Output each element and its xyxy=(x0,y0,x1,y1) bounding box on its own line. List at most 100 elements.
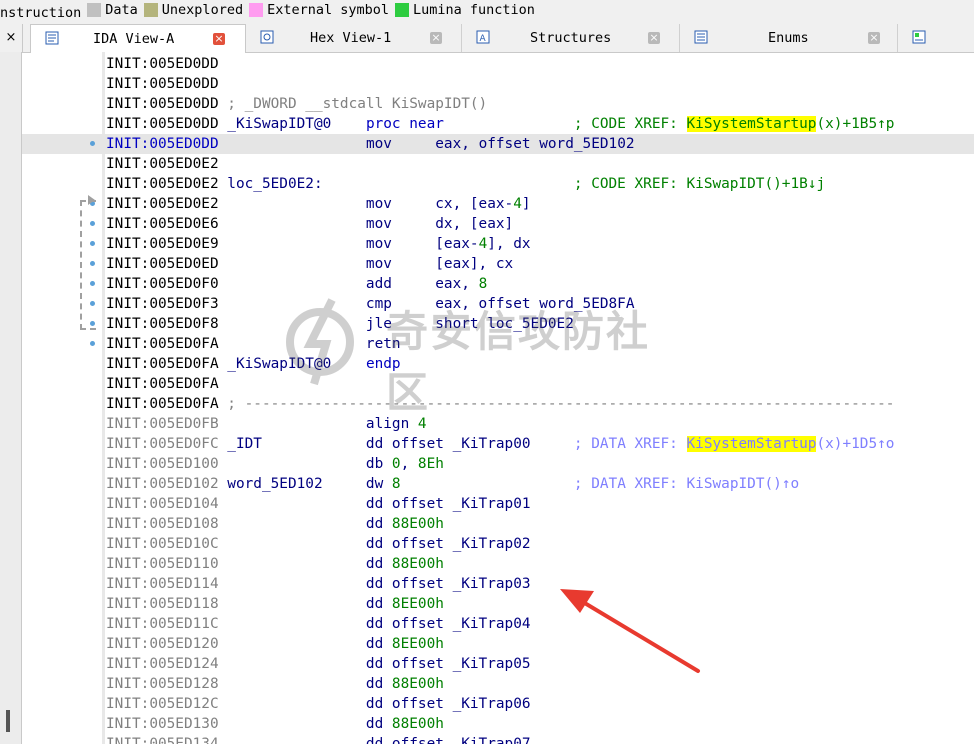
listing-line[interactable]: INIT:005ED130 dd 88E00h xyxy=(22,714,974,734)
line-token: 4 xyxy=(478,236,488,252)
tab-label: Structures xyxy=(530,30,612,46)
listing-line[interactable]: INIT:005ED100 db 0, 8Eh xyxy=(22,454,974,474)
line-address: INIT:005ED0FA xyxy=(106,396,219,412)
listing-line[interactable]: INIT:005ED0FA retn xyxy=(22,334,974,354)
line-token: cmp eax, offset word_5ED8FA xyxy=(218,296,635,312)
line-token: dd xyxy=(218,556,392,572)
listing-line[interactable]: INIT:005ED0E6 mov dx, [eax] xyxy=(22,214,974,234)
line-token: _IDT dd offset _KiTrap00 xyxy=(218,436,574,452)
line-text: INIT:005ED0E2 loc_5ED0E2: ; CODE XREF: K… xyxy=(106,174,825,194)
legend-item: Data xyxy=(87,0,138,20)
line-text: INIT:005ED0E6 mov dx, [eax] xyxy=(106,214,513,234)
line-address: INIT:005ED102 xyxy=(106,476,219,492)
line-text: INIT:005ED0DD _KiSwapIDT@0 proc near ; C… xyxy=(106,114,894,134)
listing-line[interactable]: INIT:005ED0FA _KiSwapIDT@0 endp xyxy=(22,354,974,374)
line-address: INIT:005ED0FA xyxy=(106,376,219,392)
listing-line[interactable]: INIT:005ED110 dd 88E00h xyxy=(22,554,974,574)
line-token: 88E00h xyxy=(391,556,444,572)
listing-line[interactable]: INIT:005ED104 dd offset _KiTrap01 xyxy=(22,494,974,514)
listing-line[interactable]: INIT:005ED134 dd offset _KiTrap07 xyxy=(22,734,974,744)
line-text: INIT:005ED108 dd 88E00h xyxy=(106,514,444,534)
listing-line[interactable]: INIT:005ED0DD _KiSwapIDT@0 proc near ; C… xyxy=(22,114,974,134)
listing-line[interactable]: INIT:005ED0FC _IDT dd offset _KiTrap00 ;… xyxy=(22,434,974,454)
legend-swatch xyxy=(87,3,102,17)
line-token: db xyxy=(218,456,392,472)
tab-ida-view-a[interactable]: IDA View-A × xyxy=(30,24,246,53)
listing-line[interactable]: INIT:005ED0E2 mov cx, [eax-4] xyxy=(22,194,974,214)
line-address: INIT:005ED0F8 xyxy=(106,316,219,332)
line-token: dd offset _KiTrap04 xyxy=(218,616,531,632)
line-token: mov [eax], cx xyxy=(218,256,514,272)
line-token: dd offset _KiTrap03 xyxy=(218,576,531,592)
tab-overflow[interactable] xyxy=(898,24,974,52)
tab-close-icon[interactable]: × xyxy=(648,32,660,44)
tab-structures[interactable]: A Structures × xyxy=(462,24,680,52)
line-token: 88E00h xyxy=(391,716,444,732)
listing-line[interactable]: INIT:005ED114 dd offset _KiTrap03 xyxy=(22,574,974,594)
hex-view-icon xyxy=(260,30,274,44)
listing-line[interactable]: INIT:005ED0F3 cmp eax, offset word_5ED8F… xyxy=(22,294,974,314)
line-text: INIT:005ED102 word_5ED102 dw 8 ; DATA XR… xyxy=(106,474,799,494)
tab-enums[interactable]: Enums × xyxy=(680,24,898,52)
listing-line[interactable]: INIT:005ED0E9 mov [eax-4], dx xyxy=(22,234,974,254)
listing-line[interactable]: INIT:005ED0F8 jle short loc_5ED0E2 xyxy=(22,314,974,334)
listing-line[interactable]: INIT:005ED0ED mov [eax], cx xyxy=(22,254,974,274)
listing-line[interactable]: INIT:005ED128 dd 88E00h xyxy=(22,674,974,694)
line-token: dd xyxy=(218,636,392,652)
line-address: INIT:005ED120 xyxy=(106,636,219,652)
listing-line[interactable]: INIT:005ED0E2 loc_5ED0E2: ; CODE XREF: K… xyxy=(22,174,974,194)
listing-line[interactable]: INIT:005ED0DD mov eax, offset word_5ED10… xyxy=(22,134,974,154)
line-text: INIT:005ED114 dd offset _KiTrap03 xyxy=(106,574,531,594)
line-token: 8 xyxy=(478,276,488,292)
listing-line[interactable]: INIT:005ED0DD xyxy=(22,74,974,94)
line-text: INIT:005ED11C dd offset _KiTrap04 xyxy=(106,614,531,634)
line-token: 8 xyxy=(391,476,401,492)
listing-line[interactable]: INIT:005ED0FA xyxy=(22,374,974,394)
line-text: INIT:005ED0DD xyxy=(106,74,219,94)
structures-icon: A xyxy=(476,30,490,44)
listing-line[interactable]: INIT:005ED102 word_5ED102 dw 8 ; DATA XR… xyxy=(22,474,974,494)
tab-close-icon[interactable]: × xyxy=(430,32,442,44)
line-token: 8EE00h xyxy=(391,636,444,652)
listing-line[interactable]: INIT:005ED0E2 xyxy=(22,154,974,174)
legend-label: Unexplored xyxy=(161,2,244,18)
legend-swatch xyxy=(143,3,158,17)
legend-item: Lumina function xyxy=(395,0,535,20)
listing-line[interactable]: INIT:005ED11C dd offset _KiTrap04 xyxy=(22,614,974,634)
ida-view-icon xyxy=(45,31,59,45)
listing-line[interactable]: INIT:005ED120 dd 8EE00h xyxy=(22,634,974,654)
listing-line[interactable]: INIT:005ED0FB align 4 xyxy=(22,414,974,434)
tab-close-icon[interactable]: × xyxy=(868,32,880,44)
listing-line[interactable]: INIT:005ED12C dd offset _KiTrap06 xyxy=(22,694,974,714)
legend-label: nstruction xyxy=(0,5,82,20)
listing-line[interactable]: INIT:005ED0FA ; ------------------------… xyxy=(22,394,974,414)
left-panel-close-button[interactable]: × xyxy=(0,24,23,52)
listing-line[interactable]: INIT:005ED124 dd offset _KiTrap05 xyxy=(22,654,974,674)
line-address: INIT:005ED0FC xyxy=(106,436,219,452)
listing-line[interactable]: INIT:005ED0DD xyxy=(22,54,974,74)
line-address: INIT:005ED0DD xyxy=(106,96,219,112)
line-address: INIT:005ED0FA xyxy=(106,336,219,352)
line-address: INIT:005ED108 xyxy=(106,516,219,532)
line-text: INIT:005ED128 dd 88E00h xyxy=(106,674,444,694)
line-text: INIT:005ED0E2 xyxy=(106,154,219,174)
listing-line[interactable]: INIT:005ED108 dd 88E00h xyxy=(22,514,974,534)
line-token: 88E00h xyxy=(391,516,444,532)
tab-close-icon[interactable]: × xyxy=(213,33,225,45)
legend-item: Unexplored xyxy=(143,0,244,20)
disassembly-listing[interactable]: INIT:005ED0DD INIT:005ED0DD INIT:005ED0DD … xyxy=(22,52,974,744)
line-token: ; DATA XREF: KiSwapIDT()↑o xyxy=(400,476,800,492)
tab-hex-view-1[interactable]: Hex View-1 × xyxy=(246,24,462,52)
line-token: retn xyxy=(218,336,401,352)
listing-line[interactable]: INIT:005ED0F0 add eax, 8 xyxy=(22,274,974,294)
left-scrollbar-thumb[interactable] xyxy=(6,710,10,732)
legend-label: External symbol xyxy=(267,2,389,18)
line-token: dd xyxy=(218,716,392,732)
listing-line[interactable]: INIT:005ED118 dd 8EE00h xyxy=(22,594,974,614)
line-token: dd xyxy=(218,596,392,612)
listing-line[interactable]: INIT:005ED10C dd offset _KiTrap02 xyxy=(22,534,974,554)
listing-line[interactable]: INIT:005ED0DD ; _DWORD __stdcall KiSwapI… xyxy=(22,94,974,114)
line-token: mov cx, [eax- xyxy=(218,196,514,212)
line-address: INIT:005ED10C xyxy=(106,536,219,552)
legend-label: Data xyxy=(105,2,138,18)
